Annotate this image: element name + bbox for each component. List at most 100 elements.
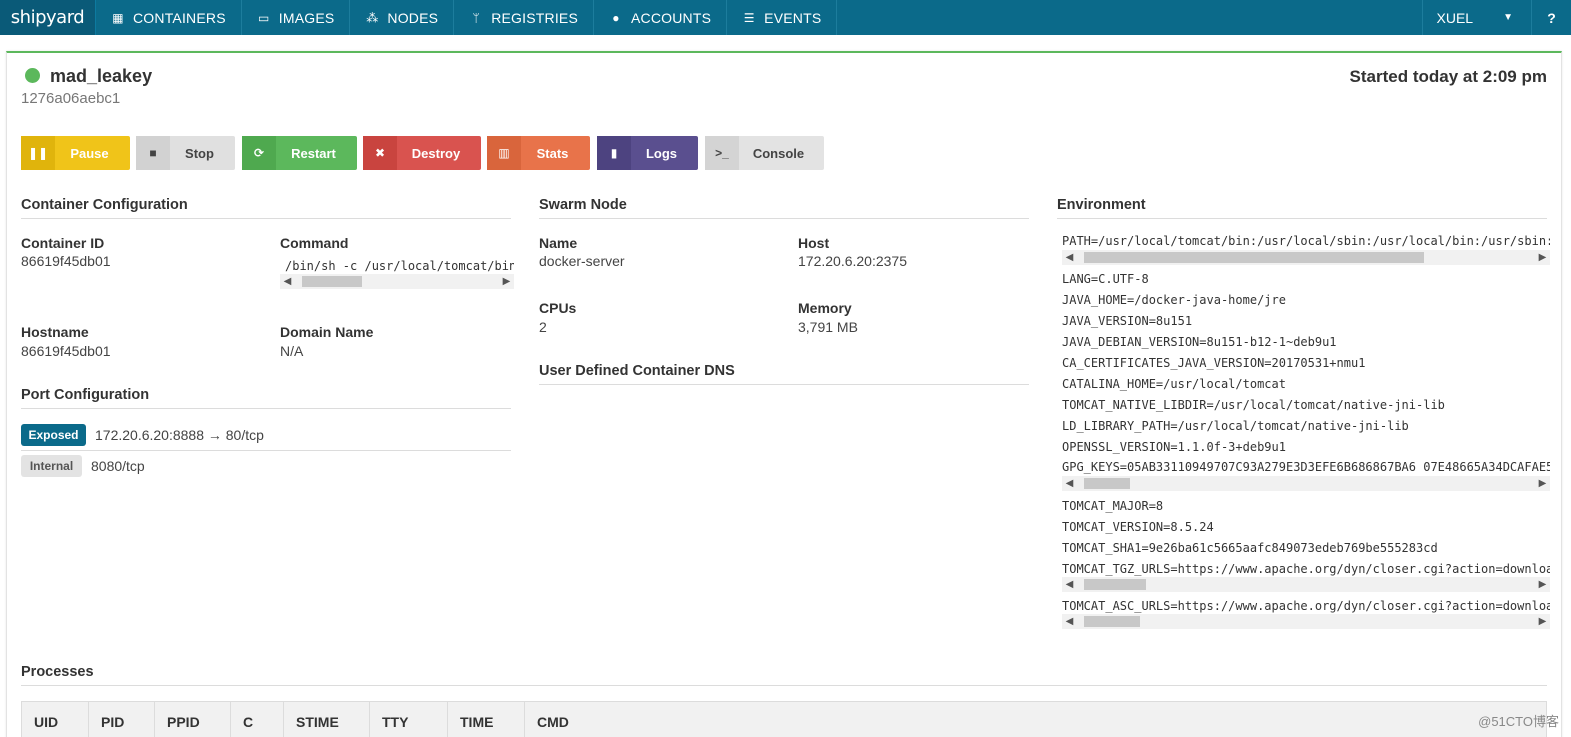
env-var-text: TOMCAT_MAJOR=8 [1062,499,1164,513]
port-config-title: Port Configuration [21,387,150,403]
console-label: Console [752,145,805,161]
scroll-right-icon[interactable]: ▶ [1535,614,1550,629]
nav-events[interactable]: ☰ EVENTS [727,0,838,35]
divider [21,408,511,409]
env-var-text: PATH=/usr/local/tomcat/bin:/usr/local/sb… [1062,234,1550,248]
container-id-label: Container ID [21,235,105,251]
env-var-text: TOMCAT_VERSION=8.5.24 [1062,520,1214,534]
container-name: mad_leakey [50,66,153,86]
pause-label: Pause [70,145,109,161]
hostname-label: Hostname [21,324,89,340]
refresh-icon: ⟳ [242,136,276,170]
stop-label: Stop [185,145,214,161]
user-name: XUEL [1436,9,1474,26]
stats-button[interactable]: ▥ Stats [487,136,590,170]
scroll-left-icon[interactable]: ◀ [1062,577,1077,592]
exposed-badge: Exposed [21,424,86,446]
restart-label: Restart [291,145,336,161]
scroll-left-icon[interactable]: ◀ [280,274,295,289]
divider [539,218,1029,219]
internal-port-value: 8080/tcp [91,458,145,474]
cpus-label: CPUs [539,300,577,316]
scroll-thumb[interactable] [1084,252,1424,263]
scroll-right-icon[interactable]: ▶ [499,274,514,289]
nav-registries-label: REGISTRIES [491,9,578,26]
list-icon: ☰ [743,10,755,25]
divider [1057,218,1547,219]
env-var-text: TOMCAT_NATIVE_LIBDIR=/usr/local/tomcat/n… [1062,398,1445,412]
env-scrollbar[interactable]: ◀ ▶ [1062,476,1550,491]
env-scrollbar[interactable]: ◀ ▶ [1062,614,1550,629]
nav-events-label: EVENTS [764,9,822,26]
env-scrollbar[interactable]: ◀ ▶ [1062,250,1550,265]
sitemap-icon: ⁂ [366,10,379,25]
command-scrollbar[interactable]: ◀ ▶ [280,274,514,289]
env-var-text: TOMCAT_SHA1=9e26ba61c5665aafc849073edeb7… [1062,541,1438,555]
column-header-stime[interactable]: STIME [284,702,370,737]
node-name-value: docker-server [539,253,625,269]
nav-images-label: IMAGES [278,9,335,26]
stop-button[interactable]: ■ Stop [136,136,235,170]
hostname-value: 86619f45db01 [21,343,111,359]
env-scrollbar[interactable]: ◀ ▶ [1062,577,1550,592]
scroll-thumb[interactable] [1084,478,1130,489]
env-var-text: JAVA_HOME=/docker-java-home/jre [1062,293,1286,307]
shipyard-logo[interactable]: shipyard [0,0,96,35]
logs-button[interactable]: ▮ Logs [597,136,698,170]
stop-icon: ■ [136,136,170,170]
stats-label: Stats [536,145,569,161]
column-header-ppid[interactable]: PPID [155,702,231,737]
scroll-thumb[interactable] [302,276,362,287]
scroll-left-icon[interactable]: ◀ [1062,614,1077,629]
env-var-text: TOMCAT_TGZ_URLS=https://www.apache.org/d… [1062,562,1550,576]
scroll-left-icon[interactable]: ◀ [1062,250,1077,265]
logs-label: Logs [645,145,678,161]
started-time: Started today at 2:09 pm [1349,67,1547,86]
column-header-c[interactable]: C [231,702,284,737]
close-icon: ✖ [363,136,397,170]
nav-nodes-label: NODES [387,9,439,26]
memory-label: Memory [798,300,852,316]
nav-nodes[interactable]: ⁂ NODES [350,0,455,35]
nav-registries[interactable]: ᛘ REGISTRIES [454,0,594,35]
env-var-text: JAVA_DEBIAN_VERSION=8u151-b12-1~deb9u1 [1062,335,1337,349]
divider [539,384,1029,385]
node-name-label: Name [539,235,578,251]
env-var-text: CA_CERTIFICATES_JAVA_VERSION=20170531+nm… [1062,356,1366,370]
column-header-pid[interactable]: PID [89,702,155,737]
scroll-right-icon[interactable]: ▶ [1535,476,1550,491]
command-label: Command [280,235,349,251]
top-navbar: shipyard ▦ CONTAINERS ▭ IMAGES ⁂ NODES ᛘ REG… [0,0,1571,35]
nav-images[interactable]: ▭ IMAGES [242,0,351,35]
scroll-right-icon[interactable]: ▶ [1535,250,1550,265]
nav-containers-label: CONTAINERS [133,9,226,26]
destroy-label: Destroy [411,145,461,161]
console-button[interactable]: >_ Console [705,136,824,170]
env-var-text: JAVA_VERSION=8u151 [1062,314,1193,328]
help-button[interactable]: ? [1531,0,1571,35]
caret-down-icon: ▼ [1503,12,1513,23]
scroll-thumb[interactable] [1084,579,1146,590]
divider [21,218,511,219]
scroll-thumb[interactable] [1084,616,1140,627]
column-header-uid[interactable]: UID [22,702,89,737]
env-var-path: PATH=/usr/local/tomcat/bin:/usr/local/sb… [1057,232,1550,267]
column-header-time[interactable]: TIME [448,702,525,737]
user-menu[interactable]: XUEL ▼ [1421,0,1531,35]
destroy-button[interactable]: ✖ Destroy [363,136,481,170]
watermark: @51CTO博客 [1478,714,1559,729]
branch-icon: ᛘ [472,10,480,25]
column-header-tty[interactable]: TTY [370,702,448,737]
scroll-left-icon[interactable]: ◀ [1062,476,1077,491]
scroll-right-icon[interactable]: ▶ [1535,577,1550,592]
nav-containers[interactable]: ▦ CONTAINERS [96,0,242,35]
hdd-icon: ▭ [257,10,270,25]
user-icon: ● [612,10,620,25]
column-header-cmd[interactable]: CMD [525,702,1546,737]
restart-button[interactable]: ⟳ Restart [242,136,357,170]
processes-title: Processes [21,664,94,680]
divider [21,450,511,451]
cpus-value: 2 [539,319,547,335]
pause-button[interactable]: ❚❚ Pause [21,136,130,170]
nav-accounts[interactable]: ● ACCOUNTS [594,0,728,35]
